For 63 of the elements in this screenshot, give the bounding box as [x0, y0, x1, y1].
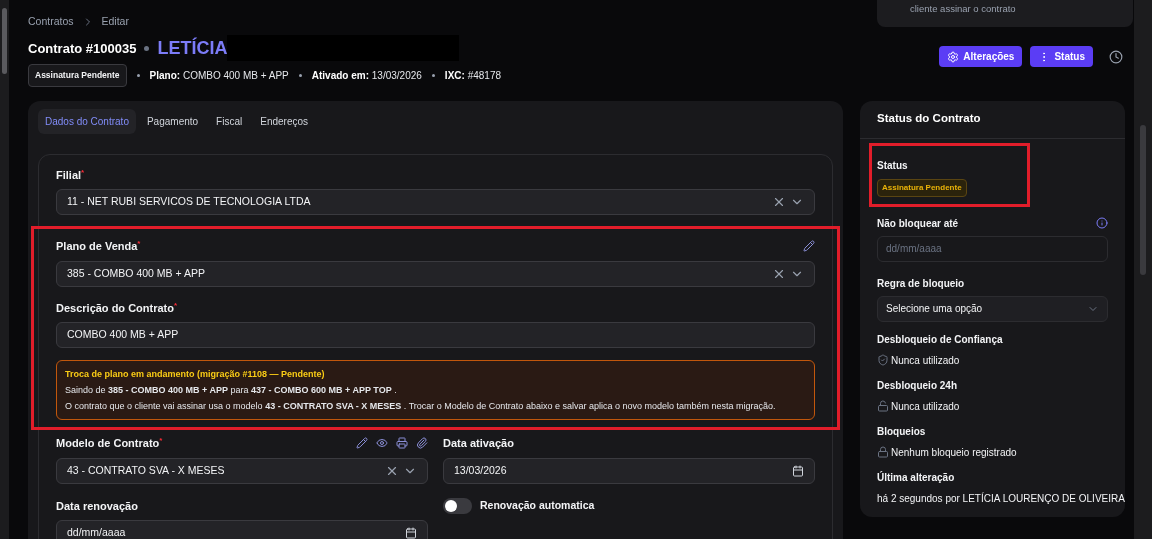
calendar-icon[interactable]	[792, 464, 804, 477]
scrollbar[interactable]	[1134, 0, 1152, 539]
select-field[interactable]: Selecione uma opção	[877, 295, 1108, 322]
contract-title: Contrato #100035	[28, 39, 137, 58]
client-name: LETÍCIA	[157, 36, 228, 60]
status-badge: Assinatura Pendente	[28, 63, 127, 87]
attach-icon[interactable]	[416, 437, 428, 450]
status-button[interactable]: Status	[1030, 46, 1093, 67]
alert-title: Troca de plano em andamento (migração #1108 — Pendente)	[65, 368, 326, 381]
history-icon[interactable]	[1109, 49, 1123, 64]
info-icon[interactable]	[1096, 217, 1108, 229]
tab[interactable]: Pagamento	[139, 108, 206, 134]
field-label: Filial$^{*}$	[56, 166, 85, 183]
notice-card: cliente assinar o contrato	[877, 0, 1133, 27]
settings-icon	[947, 50, 960, 63]
info-value: Nunca utilizado	[891, 353, 960, 368]
info-value: Nenhum bloqueio registrado	[891, 445, 1017, 460]
select-field[interactable]: 43 - CONTRATO SVA - X MESES	[56, 457, 428, 484]
shield-icon	[877, 354, 889, 366]
field-label: Desbloqueio 24h	[877, 378, 958, 393]
meta-text: Plano: COMBO 400 MB + APP	[149, 68, 289, 83]
field-label: Data ativação	[443, 436, 514, 451]
alert-text: O contrato que o cliente vai assinar usa o modelo 43 - CONTRATO SVA - X MESES . Trocar o Modelo de Contrato abaixo e salvar aplica o novo modelo também nesta migração.	[65, 400, 777, 413]
field-label: Modelo de Contrato$^{*}$	[56, 435, 163, 451]
date-field[interactable]: dd/mm/aaaa	[56, 520, 428, 539]
scrollbar[interactable]	[0, 0, 9, 539]
unlock-icon	[877, 400, 889, 412]
field-label: Regra de bloqueio	[877, 276, 966, 291]
edit-icon[interactable]	[803, 240, 815, 253]
breadcrumb-link[interactable]: Contratos	[28, 14, 74, 30]
meta-text: Ativado em: 13/03/2026	[311, 68, 422, 83]
field-label: Data renovação	[56, 498, 138, 514]
field-label: Desbloqueio de Confiança	[877, 332, 1004, 347]
field-label: Plano de Venda$^{*}$	[56, 238, 141, 254]
text-field[interactable]: COMBO 400 MB + APP	[56, 322, 815, 348]
field-label: Status	[877, 158, 909, 173]
print-icon[interactable]	[396, 437, 408, 450]
edit-icon[interactable]	[356, 437, 368, 450]
select-field[interactable]: 11 - NET RUBI SERVICOS DE TECNOLOGIA LTDA	[56, 189, 815, 215]
toggle-switch[interactable]	[443, 497, 472, 514]
field-label: Última alteração	[877, 470, 956, 485]
field-label: Bloqueios	[877, 424, 927, 439]
date-field[interactable]: 13/03/2026	[443, 457, 815, 484]
field-label: Não bloquear até	[877, 216, 959, 231]
toggle-label: Renovação automatica	[480, 497, 595, 513]
tab[interactable]: Endereços	[253, 108, 316, 134]
date-field[interactable]: dd/mm/aaaa	[877, 235, 1108, 262]
tab[interactable]: Dados do Contrato	[38, 108, 136, 134]
field-label: Descrição do Contrato$^{*}$	[56, 299, 178, 316]
status-badge: Assinatura Pendente	[877, 178, 967, 197]
calendar-icon[interactable]	[405, 527, 417, 539]
info-value: Nunca utilizado	[891, 399, 960, 414]
select-field[interactable]: 385 - COMBO 400 MB + APP	[56, 260, 815, 287]
view-icon[interactable]	[376, 437, 388, 450]
clear-icon[interactable]	[772, 195, 786, 209]
card-title: Status do Contrato	[860, 100, 1125, 139]
meta-text: IXC: #48178	[444, 68, 501, 83]
lock-icon	[877, 446, 889, 458]
tab[interactable]: Fiscal	[209, 108, 250, 134]
alert-text: Saindo de 385 - COMBO 400 MB + APP para 437 - COMBO 600 MB + APP TOP .	[65, 384, 398, 397]
changes-button[interactable]: Alterações	[939, 46, 1023, 67]
info-value: há 2 segundos por LETÍCIA LOURENÇO DE OLIVEIRA	[877, 491, 1125, 506]
breadcrumb-item: Editar	[101, 14, 129, 29]
